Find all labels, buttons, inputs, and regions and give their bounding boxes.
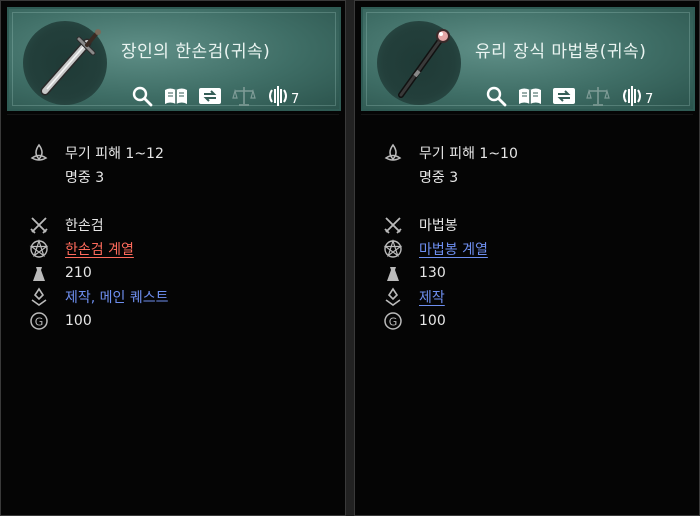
coin-icon: G	[384, 312, 402, 330]
item-stats: 무기 피해 1~12 명중 3 한손검 한손검 계열 210 제작, 메인 퀘스…	[27, 141, 327, 333]
item-header: 장인의 한손검(귀속) 7	[7, 7, 341, 111]
item-toolbar: 7	[129, 83, 299, 109]
weapon-type-row: 한손검	[27, 213, 327, 237]
series-link[interactable]: 한손검 계열	[65, 239, 134, 259]
appraise-button[interactable]	[231, 85, 257, 107]
price-text: 100	[65, 313, 92, 329]
damage-text: 무기 피해 1~12	[65, 146, 164, 162]
scale-icon	[232, 87, 256, 106]
codex-button[interactable]	[163, 85, 189, 107]
item-header: 유리 장식 마법봉(귀속) 7	[361, 7, 695, 111]
series-row: 마법봉 계열	[381, 237, 681, 261]
crafting-icon	[385, 287, 401, 306]
swap-icon	[199, 88, 221, 104]
appraise-button[interactable]	[585, 85, 611, 107]
weight-row: 130	[381, 261, 681, 285]
accuracy-text: 명중 3	[65, 170, 105, 186]
accuracy-text: 명중 3	[419, 170, 459, 186]
weight-icon	[387, 267, 399, 281]
book-icon	[519, 88, 541, 104]
accuracy-row: 명중 3	[381, 165, 681, 189]
search-button[interactable]	[483, 85, 509, 107]
crafting-icon	[31, 287, 47, 306]
emblem-icon	[269, 86, 287, 106]
crossed-swords-icon	[30, 217, 48, 234]
divider	[361, 114, 693, 115]
triquetra-icon	[384, 143, 402, 161]
svg-text:G: G	[35, 316, 44, 329]
item-title: 장인의 한손검(귀속)	[121, 42, 271, 62]
book-icon	[165, 88, 187, 104]
stats-button[interactable]	[619, 85, 645, 107]
item-tooltip-left: 장인의 한손검(귀속) 7 무기 피해 1~12 명중 3 한손검 한손검 계열…	[0, 0, 346, 516]
weapon-type-text: 한손검	[65, 218, 104, 234]
triquetra-icon	[30, 143, 48, 161]
crossed-swords-icon	[384, 217, 402, 234]
scale-icon	[586, 87, 610, 106]
damage-row: 무기 피해 1~10	[381, 141, 681, 165]
price-row: G 100	[381, 309, 681, 333]
sword-icon	[40, 29, 101, 96]
emblem-icon	[623, 86, 641, 106]
item-title: 유리 장식 마법봉(귀속)	[475, 42, 647, 62]
weight-text: 130	[419, 265, 446, 281]
divider	[7, 114, 339, 115]
wand-icon	[398, 29, 450, 98]
pentagram-icon	[29, 239, 49, 258]
series-link[interactable]: 마법봉 계열	[419, 239, 488, 259]
price-text: 100	[419, 313, 446, 329]
exchange-button[interactable]	[197, 85, 223, 107]
weapon-type-text: 마법봉	[419, 218, 458, 234]
item-toolbar: 7	[483, 83, 653, 109]
item-stats: 무기 피해 1~10 명중 3 마법봉 마법봉 계열 130 제작 G 100	[381, 141, 681, 333]
accuracy-row: 명중 3	[27, 165, 327, 189]
item-tooltip-right: 유리 장식 마법봉(귀속) 7 무기 피해 1~10 명중 3 마법봉 마법봉 …	[354, 0, 700, 516]
source-row: 제작	[381, 285, 681, 309]
damage-text: 무기 피해 1~10	[419, 146, 518, 162]
svg-text:G: G	[389, 316, 398, 329]
codex-button[interactable]	[517, 85, 543, 107]
search-icon	[486, 86, 507, 107]
price-row: G 100	[27, 309, 327, 333]
series-row: 한손검 계열	[27, 237, 327, 261]
weapon-type-row: 마법봉	[381, 213, 681, 237]
weight-text: 210	[65, 265, 92, 281]
damage-row: 무기 피해 1~12	[27, 141, 327, 165]
panel-gap	[346, 0, 354, 516]
source-row: 제작, 메인 퀘스트	[27, 285, 327, 309]
exchange-button[interactable]	[551, 85, 577, 107]
pentagram-icon	[383, 239, 403, 258]
stats-count: 7	[645, 91, 654, 107]
stats-count: 7	[291, 91, 300, 107]
weight-row: 210	[27, 261, 327, 285]
swap-icon	[553, 88, 575, 104]
coin-icon: G	[30, 312, 48, 330]
stats-button[interactable]	[265, 85, 291, 107]
source-link[interactable]: 제작, 메인 퀘스트	[65, 287, 169, 307]
search-icon	[132, 86, 153, 107]
source-link[interactable]: 제작	[419, 287, 445, 307]
weight-icon	[33, 267, 45, 281]
search-button[interactable]	[129, 85, 155, 107]
